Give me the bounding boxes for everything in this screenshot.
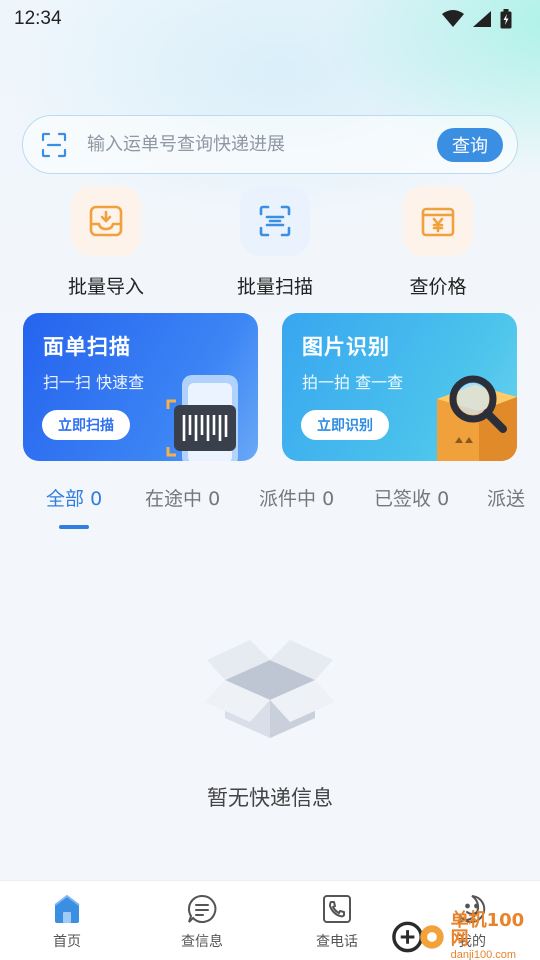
tab-all-label: 全部 — [46, 488, 85, 510]
phone-icon — [323, 895, 351, 923]
signal-icon — [473, 11, 491, 27]
status-time: 12:34 — [14, 8, 62, 29]
search-bar: 查询 — [22, 115, 518, 174]
empty-state: 暂无快递信息 — [0, 630, 540, 812]
tab-dispatch[interactable]: 派送 — [487, 484, 525, 511]
home-icon — [54, 894, 80, 923]
batch-scan-button[interactable]: 批量扫描 — [215, 186, 335, 299]
watermark-title: 单机100网 — [450, 909, 525, 949]
inbox-import-icon — [71, 186, 141, 256]
watermark-url: danji100.com — [450, 948, 517, 960]
batch-scan-label: 批量扫描 — [236, 276, 313, 298]
nav-phone[interactable]: 查电话 — [292, 893, 382, 951]
scan-now-button[interactable]: 立即扫描 — [42, 410, 130, 440]
message-icon — [187, 894, 217, 923]
tab-all-count: 0 — [90, 488, 103, 510]
nav-home[interactable]: 首页 — [22, 893, 112, 951]
waybill-scan-title: 面单扫描 — [43, 335, 131, 359]
tab-signed-label: 已签收 — [374, 488, 432, 510]
tab-delivering[interactable]: 派件中 0 — [259, 484, 334, 511]
battery-icon — [500, 9, 512, 29]
watermark: 单机100网 danji100.com — [390, 909, 540, 960]
watermark-text: 单机100网 danji100.com — [450, 909, 540, 960]
feature-cards: 面单扫描 扫一扫 快速查 立即扫描 图片识别 拍一拍 查一查 立即识别 — [23, 313, 517, 461]
batch-import-button[interactable]: 批量导入 — [46, 186, 166, 299]
image-recognition-card[interactable]: 图片识别 拍一拍 查一查 立即识别 — [282, 313, 517, 461]
tab-signed[interactable]: 已签收 0 — [374, 484, 449, 511]
scan-icon — [240, 186, 310, 256]
scan-icon[interactable] — [41, 132, 67, 158]
watermark-logo-icon — [392, 921, 444, 953]
wifi-icon — [442, 10, 464, 27]
active-tab-indicator — [59, 525, 89, 529]
package-magnifier-icon — [437, 375, 517, 461]
price-yen-icon — [403, 186, 473, 256]
tab-delivering-count: 0 — [322, 488, 335, 510]
waybill-scan-card[interactable]: 面单扫描 扫一扫 快速查 立即扫描 — [23, 313, 258, 461]
tab-signed-count: 0 — [437, 488, 450, 510]
nav-messages-label: 查信息 — [181, 934, 223, 950]
tab-dispatch-label: 派送 — [487, 488, 526, 510]
batch-import-label: 批量导入 — [67, 276, 144, 298]
tab-in-transit-label: 在途中 — [145, 488, 203, 510]
status-bar: 12:34 — [0, 0, 540, 38]
tab-in-transit-count: 0 — [208, 488, 221, 510]
quick-actions: 批量导入 批量扫描 查价格 — [0, 186, 540, 301]
tab-in-transit[interactable]: 在途中 0 — [145, 484, 220, 511]
image-recognition-title: 图片识别 — [302, 335, 390, 359]
check-price-label: 查价格 — [409, 276, 467, 298]
nav-home-label: 首页 — [53, 934, 81, 950]
search-input[interactable] — [87, 134, 437, 155]
status-icons — [442, 9, 512, 29]
empty-state-text: 暂无快递信息 — [207, 786, 333, 810]
search-button[interactable]: 查询 — [437, 127, 503, 162]
barcode-phone-icon — [166, 375, 238, 461]
shipment-status-tabs: 全部 0 在途中 0 派件中 0 已签收 0 派送 — [0, 478, 540, 534]
tab-delivering-label: 派件中 — [259, 488, 317, 510]
tab-all[interactable]: 全部 0 — [46, 484, 102, 511]
empty-box-icon — [205, 640, 335, 738]
nav-phone-label: 查电话 — [316, 934, 358, 950]
check-price-button[interactable]: 查价格 — [378, 186, 498, 299]
nav-messages[interactable]: 查信息 — [157, 893, 247, 951]
recognize-now-button[interactable]: 立即识别 — [301, 410, 389, 440]
